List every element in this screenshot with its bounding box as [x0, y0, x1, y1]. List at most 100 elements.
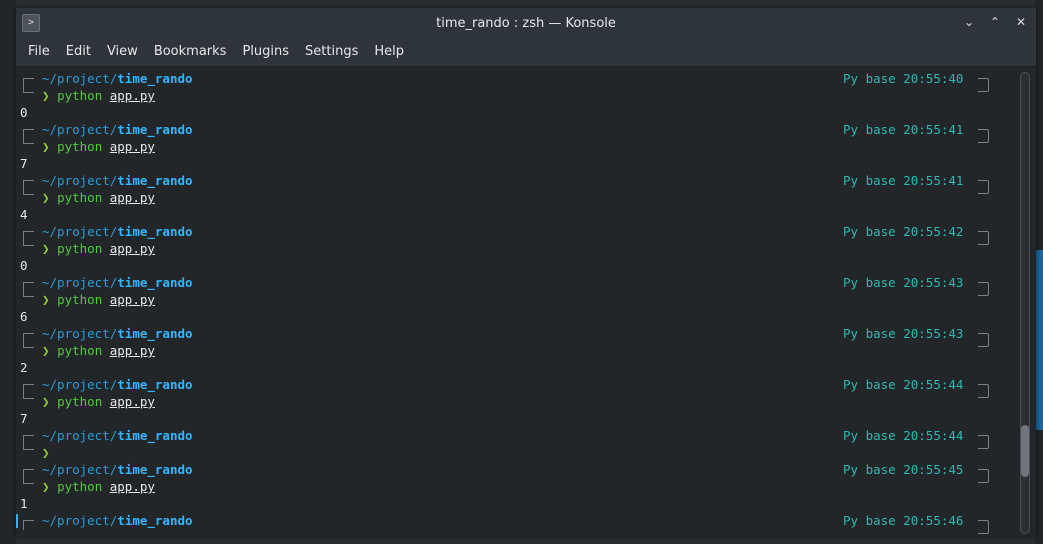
command-line: ❯ python app.py	[16, 342, 1016, 359]
prompt-arrow-icon: ❯	[42, 292, 50, 307]
prompt-bracket-bottom	[23, 478, 34, 484]
command-text: ❯ python app.py	[42, 189, 155, 206]
prompt-line: ~/project/time_rando Py base 20:55:43	[16, 274, 1016, 296]
command-name: python	[57, 139, 103, 154]
path-prefix: ~/project/	[42, 326, 118, 341]
menu-bar: File Edit View Bookmarks Plugins Setting…	[16, 38, 1036, 67]
prompt-path: ~/project/time_rando	[42, 512, 193, 529]
prompt-bracket-bottom	[23, 291, 34, 297]
env-label: Py base	[843, 326, 896, 341]
menu-help[interactable]: Help	[366, 38, 412, 66]
title-bar[interactable]: > time_rando : zsh — Konsole ⌄ ⌃ ✕	[16, 8, 1036, 38]
prompt-status: Py base 20:55:41	[843, 172, 963, 189]
command-argument[interactable]: app.py	[110, 190, 155, 205]
terminal-output-area[interactable]: ~/project/time_rando Py base 20:55:40 ❯ py…	[16, 68, 1016, 536]
path-prefix: ~/project/	[42, 377, 118, 392]
prompt-path: ~/project/time_rando	[42, 223, 193, 240]
scrollbar-thumb[interactable]	[1021, 425, 1029, 477]
env-label: Py base	[843, 224, 896, 239]
prompt-status: Py base 20:55:43	[843, 325, 963, 342]
program-output: 1	[20, 496, 28, 511]
menu-plugins[interactable]: Plugins	[234, 38, 297, 66]
prompt-path: ~/project/time_rando	[42, 121, 193, 138]
path-prefix: ~/project/	[42, 275, 118, 290]
prompt-bracket-bottom	[23, 240, 34, 246]
prompt-time: 20:55:43	[903, 275, 964, 290]
konsole-window: > time_rando : zsh — Konsole ⌄ ⌃ ✕ File …	[16, 8, 1036, 536]
desktop-background-right	[1035, 0, 1043, 544]
prompt-arrow-icon: ❯	[42, 190, 50, 205]
command-line: ❯ python app.py	[16, 291, 1016, 308]
command-argument[interactable]: app.py	[110, 343, 155, 358]
env-label: Py base	[843, 462, 896, 477]
menu-bookmarks[interactable]: Bookmarks	[146, 38, 235, 66]
close-icon[interactable]: ✕	[1012, 13, 1030, 31]
output-line: 7	[16, 410, 1016, 427]
env-label: Py base	[843, 428, 896, 443]
prompt-path: ~/project/time_rando	[42, 325, 193, 342]
prompt-path: ~/project/time_rando	[42, 274, 193, 291]
path-directory: time_rando	[117, 326, 193, 341]
command-name: python	[57, 479, 103, 494]
menu-edit[interactable]: Edit	[58, 38, 99, 66]
command-name: python	[57, 190, 103, 205]
prompt-bracket-right	[978, 520, 989, 534]
window-title: time_rando : zsh — Konsole	[436, 15, 616, 31]
command-text: ❯	[42, 444, 50, 461]
output-line: 2	[16, 359, 1016, 376]
command-text: ❯ python app.py	[42, 478, 155, 495]
command-argument[interactable]: app.py	[110, 88, 155, 103]
prompt-status: Py base 20:55:43	[843, 274, 963, 291]
env-label: Py base	[843, 377, 896, 392]
prompt-line: ~/project/time_rando Py base 20:55:44	[16, 427, 1016, 449]
program-output: 0	[20, 258, 28, 273]
vertical-scrollbar[interactable]	[1020, 72, 1030, 534]
prompt-arrow-icon: ❯	[42, 241, 50, 256]
prompt-bracket-bottom	[23, 393, 34, 399]
maximize-icon[interactable]: ⌃	[986, 13, 1004, 31]
minimize-icon[interactable]: ⌄	[960, 13, 978, 31]
prompt-bracket-bottom	[23, 87, 34, 93]
prompt-status: Py base 20:55:44	[843, 427, 963, 444]
menu-view[interactable]: View	[99, 38, 146, 66]
command-line: ❯	[16, 444, 1016, 461]
prompt-time: 20:55:40	[903, 71, 964, 86]
prompt-status: Py base 20:55:40	[843, 70, 963, 87]
prompt-line: ~/project/time_rando Py base 20:55:41	[16, 121, 1016, 143]
path-directory: time_rando	[117, 224, 193, 239]
prompt-path: ~/project/time_rando	[42, 461, 193, 478]
prompt-time: 20:55:46	[903, 513, 964, 528]
command-text: ❯ python app.py	[42, 240, 155, 257]
command-argument[interactable]: app.py	[110, 394, 155, 409]
command-name: python	[57, 292, 103, 307]
env-label: Py base	[843, 122, 896, 137]
command-name: python	[57, 343, 103, 358]
command-argument[interactable]: app.py	[110, 241, 155, 256]
prompt-line: ~/project/time_rando Py base 20:55:44	[16, 376, 1016, 398]
path-directory: time_rando	[117, 513, 193, 528]
program-output: 6	[20, 309, 28, 324]
prompt-status: Py base 20:55:44	[843, 376, 963, 393]
command-argument[interactable]: app.py	[110, 292, 155, 307]
program-output: 4	[20, 207, 28, 222]
menu-file[interactable]: File	[20, 38, 58, 66]
prompt-time: 20:55:44	[903, 428, 964, 443]
command-line: ❯ python app.py	[16, 138, 1016, 155]
prompt-bracket-bottom	[23, 138, 34, 144]
command-text: ❯ python app.py	[42, 291, 155, 308]
terminal-app-icon[interactable]: >	[22, 14, 40, 32]
prompt-time: 20:55:41	[903, 122, 964, 137]
output-line: 4	[16, 206, 1016, 223]
output-line: 0	[16, 257, 1016, 274]
prompt-arrow-icon: ❯	[42, 139, 50, 154]
command-argument[interactable]: app.py	[110, 139, 155, 154]
path-directory: time_rando	[117, 462, 193, 477]
command-line: ❯ python app.py	[16, 478, 1016, 495]
menu-settings[interactable]: Settings	[297, 38, 366, 66]
desktop-window-edge	[1035, 250, 1043, 430]
path-prefix: ~/project/	[42, 173, 118, 188]
prompt-line: ~/project/time_rando Py base 20:55:40	[16, 70, 1016, 92]
prompt-path: ~/project/time_rando	[42, 376, 193, 393]
command-argument[interactable]: app.py	[110, 479, 155, 494]
command-line: ❯ python app.py	[16, 240, 1016, 257]
